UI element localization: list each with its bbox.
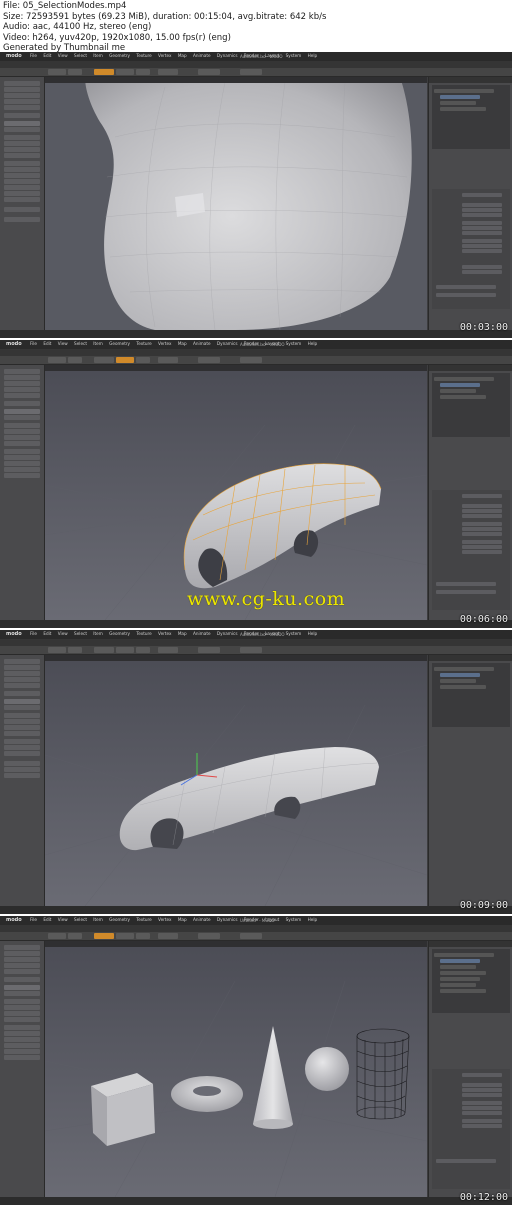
video-line: Video: h264, yuv420p, 1920x1080, 15.00 f… (3, 32, 231, 43)
mode-toolbar[interactable] (0, 932, 512, 941)
properties-form[interactable] (432, 189, 510, 309)
app-logo: modo (6, 631, 22, 637)
item-properties-panel[interactable] (428, 365, 512, 620)
window-title: AudiShell.lxo* - MODO (240, 631, 285, 637)
timestamp: 00:03:00 (459, 322, 508, 333)
menu-bar: modo File Edit View Select Item Geometry… (0, 916, 512, 925)
tool-panel[interactable] (0, 941, 45, 1197)
file-line: File: 05_SelectionModes.mp4 (3, 1, 127, 11)
viewport-render (45, 77, 427, 330)
item-list[interactable] (432, 373, 510, 437)
window-title: AudiShell.lxo* - MODO (240, 341, 285, 347)
thumbnail-info-header: File: 05_SelectionModes.mp4 Size: 725935… (0, 0, 512, 53)
app-logo: modo (6, 917, 22, 923)
size-line: Size: 72593591 bytes (69.23 MiB), durati… (3, 11, 327, 22)
mode-toolbar[interactable] (0, 646, 512, 655)
app-logo: modo (6, 53, 22, 59)
mode-toolbar[interactable] (0, 68, 512, 77)
item-properties-panel[interactable] (428, 77, 512, 330)
3d-viewport[interactable] (45, 941, 427, 1197)
frame-4: modo File Edit View Select Item Geometry… (0, 916, 512, 1205)
menu-bar: modo File Edit View Select Item Geometry… (0, 52, 512, 61)
properties-form[interactable] (432, 490, 510, 610)
frame-2: modo File Edit View Select Item Geometry… (0, 340, 512, 628)
viewport-render (45, 655, 427, 906)
status-bar (0, 1197, 512, 1205)
sphere-object (305, 1047, 349, 1091)
layout-tabs[interactable] (0, 925, 512, 932)
item-list[interactable] (432, 949, 510, 1013)
torus-object (171, 1076, 243, 1112)
layout-tabs[interactable] (0, 61, 512, 68)
layout-tabs[interactable] (0, 639, 512, 646)
cube-object (91, 1073, 155, 1146)
window-title: Untitled* - MODO (240, 917, 275, 923)
properties-form[interactable] (432, 1069, 510, 1189)
status-bar (0, 906, 512, 914)
menu-bar: modo File Edit View Select Item Geometry… (0, 630, 512, 639)
item-properties-panel[interactable] (428, 941, 512, 1197)
status-bar (0, 620, 512, 628)
item-list[interactable] (432, 85, 510, 149)
timestamp: 00:12:00 (459, 1192, 508, 1203)
layout-tabs[interactable] (0, 349, 512, 356)
frame-1: modo File Edit View Select Item Geometry… (0, 52, 512, 338)
viewport-render (45, 941, 427, 1197)
timestamp: 00:09:00 (459, 900, 508, 911)
item-properties-panel[interactable] (428, 655, 512, 906)
tool-panel[interactable] (0, 655, 45, 906)
3d-viewport[interactable] (45, 77, 427, 330)
app-logo: modo (6, 341, 22, 347)
window-title: AudiShell.lxo - MODO (240, 53, 283, 59)
3d-viewport[interactable] (45, 655, 427, 906)
viewport-render (45, 365, 427, 620)
status-bar (0, 330, 512, 338)
mode-toolbar[interactable] (0, 356, 512, 365)
timestamp: 00:06:00 (459, 614, 508, 625)
tool-panel[interactable] (0, 77, 45, 330)
item-list[interactable] (432, 663, 510, 727)
3d-viewport[interactable] (45, 365, 427, 620)
audio-line: Audio: aac, 44100 Hz, stereo (eng) (3, 22, 152, 33)
menu-bar: modo File Edit View Select Item Geometry… (0, 340, 512, 349)
tool-panel[interactable] (0, 365, 45, 620)
frame-3: modo File Edit View Select Item Geometry… (0, 630, 512, 914)
watermark-text: www.cg-ku.com (187, 588, 346, 610)
